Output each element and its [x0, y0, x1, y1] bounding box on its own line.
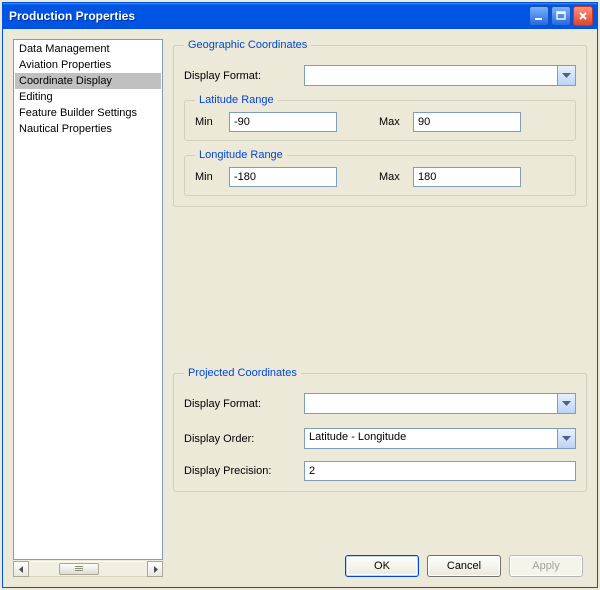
group-legend: Geographic Coordinates	[184, 39, 311, 51]
combo-proj-display-format[interactable]	[304, 393, 576, 414]
sidebar-item-coordinate-display[interactable]: Coordinate Display	[15, 73, 161, 89]
sidebar-item-label: Aviation Properties	[19, 59, 111, 71]
cancel-button[interactable]: Cancel	[427, 555, 501, 577]
sidebar-item-label: Feature Builder Settings	[19, 107, 137, 119]
chevron-down-icon[interactable]	[557, 394, 575, 413]
ok-button[interactable]: OK	[345, 555, 419, 577]
label-proj-display-format: Display Format:	[184, 398, 304, 410]
combo-value: Latitude - Longitude	[305, 429, 557, 448]
label-lon-min: Min	[195, 171, 229, 183]
sidebar-item-feature-builder-settings[interactable]: Feature Builder Settings	[15, 105, 161, 121]
group-legend: Projected Coordinates	[184, 367, 301, 379]
apply-button: Apply	[509, 555, 583, 577]
label-lat-max: Max	[379, 116, 413, 128]
group-geographic-coordinates: Geographic Coordinates Display Format: L…	[173, 39, 587, 207]
scroll-track[interactable]	[29, 561, 147, 577]
scroll-left-button[interactable]	[13, 561, 29, 577]
sidebar-hscrollbar[interactable]	[13, 561, 163, 577]
scroll-right-button[interactable]	[147, 561, 163, 577]
category-list[interactable]: Data Management Aviation Properties Coor…	[13, 39, 163, 560]
client-area: Data Management Aviation Properties Coor…	[3, 29, 597, 587]
combo-value	[305, 66, 557, 85]
sidebar-item-label: Data Management	[19, 43, 110, 55]
spacer	[173, 217, 587, 367]
window-title: Production Properties	[9, 9, 135, 23]
minimize-button[interactable]	[529, 6, 549, 26]
maximize-button[interactable]	[551, 6, 571, 26]
label-lon-max: Max	[379, 171, 413, 183]
label-display-order: Display Order:	[184, 433, 304, 445]
input-display-precision[interactable]	[304, 461, 576, 481]
combo-geo-display-format[interactable]	[304, 65, 576, 86]
row-latitude-range: Min Max	[195, 112, 565, 132]
input-lat-min[interactable]	[229, 112, 337, 132]
sidebar-item-editing[interactable]: Editing	[15, 89, 161, 105]
sidebar-item-label: Editing	[19, 91, 53, 103]
input-lon-max[interactable]	[413, 167, 521, 187]
group-longitude-range: Longitude Range Min Max	[184, 149, 576, 196]
label-geo-display-format: Display Format:	[184, 70, 304, 82]
group-legend: Latitude Range	[195, 94, 278, 106]
input-lat-max[interactable]	[413, 112, 521, 132]
close-button[interactable]	[573, 6, 593, 26]
group-projected-coordinates: Projected Coordinates Display Format: Di…	[173, 367, 587, 492]
combo-value	[305, 394, 557, 413]
row-longitude-range: Min Max	[195, 167, 565, 187]
row-proj-display-format: Display Format:	[184, 393, 576, 414]
window-controls	[529, 6, 593, 26]
scroll-thumb[interactable]	[59, 563, 99, 575]
input-lon-min[interactable]	[229, 167, 337, 187]
sidebar-item-label: Coordinate Display	[19, 75, 112, 87]
content: Geographic Coordinates Display Format: L…	[173, 39, 587, 547]
row-geo-display-format: Display Format:	[184, 65, 576, 86]
titlebar: Production Properties	[3, 3, 597, 29]
main-panel: Geographic Coordinates Display Format: L…	[173, 39, 587, 577]
window: Production Properties Data Management Av…	[2, 2, 598, 588]
label-lat-min: Min	[195, 116, 229, 128]
chevron-down-icon[interactable]	[557, 429, 575, 448]
sidebar-item-aviation-properties[interactable]: Aviation Properties	[15, 57, 161, 73]
sidebar: Data Management Aviation Properties Coor…	[13, 39, 163, 577]
combo-display-order[interactable]: Latitude - Longitude	[304, 428, 576, 449]
sidebar-item-nautical-properties[interactable]: Nautical Properties	[15, 121, 161, 137]
row-display-order: Display Order: Latitude - Longitude	[184, 428, 576, 449]
sidebar-item-label: Nautical Properties	[19, 123, 112, 135]
dialog-buttons: OK Cancel Apply	[173, 547, 587, 577]
row-display-precision: Display Precision:	[184, 461, 576, 481]
group-legend: Longitude Range	[195, 149, 287, 161]
group-latitude-range: Latitude Range Min Max	[184, 94, 576, 141]
label-display-precision: Display Precision:	[184, 465, 304, 477]
sidebar-item-data-management[interactable]: Data Management	[15, 41, 161, 57]
chevron-down-icon[interactable]	[557, 66, 575, 85]
